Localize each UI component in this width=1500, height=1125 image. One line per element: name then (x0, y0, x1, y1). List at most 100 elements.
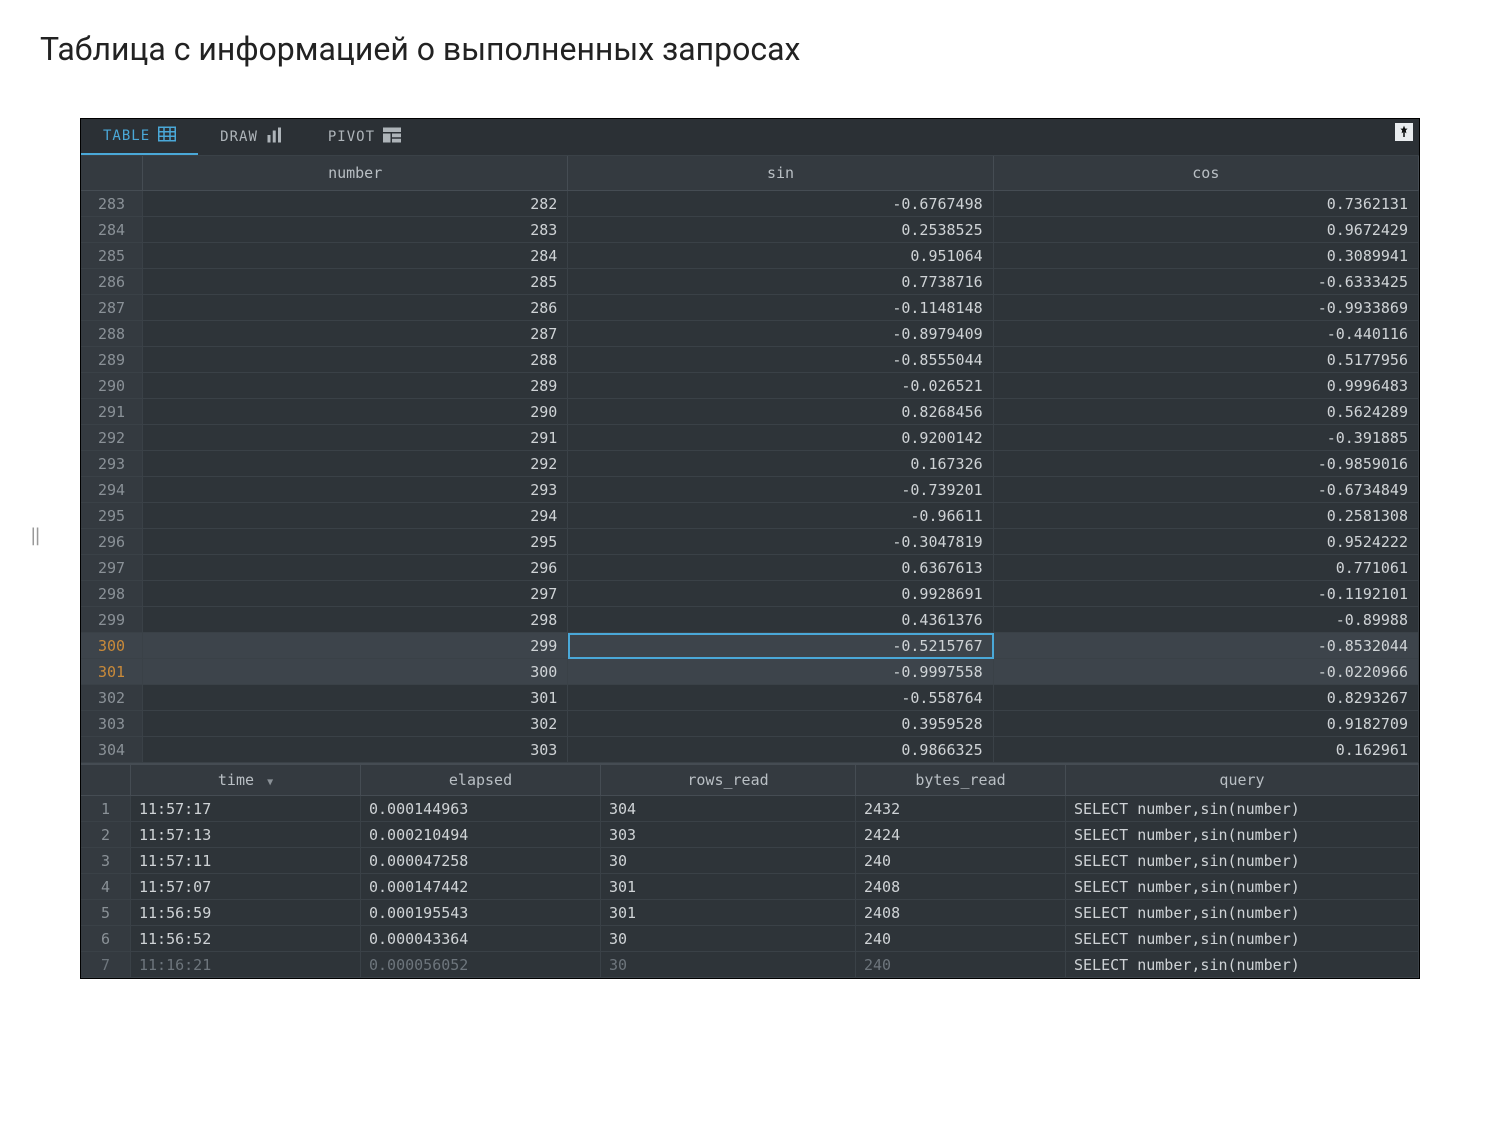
cell-time[interactable]: 11:57:17 (131, 796, 361, 822)
cell-bytes-read[interactable]: 2408 (856, 900, 1066, 926)
row-index[interactable]: 304 (81, 737, 143, 763)
tab-draw[interactable]: DRAW (198, 119, 306, 155)
cell-rows-read[interactable]: 304 (601, 796, 856, 822)
cell-sin[interactable]: -0.739201 (568, 477, 993, 503)
row-index[interactable]: 295 (81, 503, 143, 529)
row-index[interactable]: 7 (81, 952, 131, 978)
cell-bytes-read[interactable]: 2424 (856, 822, 1066, 848)
cell-cos[interactable]: 0.9182709 (994, 711, 1419, 737)
cell-number[interactable]: 285 (143, 269, 568, 295)
cell-elapsed[interactable]: 0.000147442 (361, 874, 601, 900)
cell-sin[interactable]: -0.026521 (568, 373, 993, 399)
cell-sin[interactable]: -0.8979409 (568, 321, 993, 347)
cell-elapsed[interactable]: 0.000047258 (361, 848, 601, 874)
table-row[interactable]: 302301-0.5587640.8293267 (81, 685, 1419, 711)
log-row[interactable]: 411:57:070.0001474423012408SELECT number… (81, 874, 1419, 900)
cell-cos[interactable]: 0.2581308 (994, 503, 1419, 529)
cell-rows-read[interactable]: 30 (601, 848, 856, 874)
cell-rows-read[interactable]: 303 (601, 822, 856, 848)
cell-sin[interactable]: -0.96611 (568, 503, 993, 529)
cell-bytes-read[interactable]: 2432 (856, 796, 1066, 822)
cell-sin[interactable]: 0.9866325 (568, 737, 993, 763)
cell-cos[interactable]: 0.5177956 (994, 347, 1419, 373)
cell-sin[interactable]: 0.6367613 (568, 555, 993, 581)
table-row[interactable]: 2992980.4361376-0.89988 (81, 607, 1419, 633)
cell-cos[interactable]: 0.7362131 (994, 191, 1419, 217)
cell-cos[interactable]: 0.5624289 (994, 399, 1419, 425)
cell-cos[interactable]: -0.9933869 (994, 295, 1419, 321)
table-row[interactable]: 2912900.82684560.5624289 (81, 399, 1419, 425)
row-index[interactable]: 283 (81, 191, 143, 217)
row-index[interactable]: 287 (81, 295, 143, 321)
row-index[interactable]: 296 (81, 529, 143, 555)
cell-cos[interactable]: -0.391885 (994, 425, 1419, 451)
row-index[interactable]: 288 (81, 321, 143, 347)
cell-time[interactable]: 11:57:07 (131, 874, 361, 900)
log-row[interactable]: 111:57:170.0001449633042432SELECT number… (81, 796, 1419, 822)
cell-rows-read[interactable]: 301 (601, 900, 856, 926)
table-row[interactable]: 296295-0.30478190.9524222 (81, 529, 1419, 555)
cell-sin[interactable]: 0.4361376 (568, 607, 993, 633)
log-col-bytes-read[interactable]: bytes_read (856, 763, 1066, 796)
log-row[interactable]: 311:57:110.00004725830240SELECT number,s… (81, 848, 1419, 874)
row-index[interactable]: 3 (81, 848, 131, 874)
cell-cos[interactable]: -0.89988 (994, 607, 1419, 633)
cell-query[interactable]: SELECT number,sin(number) (1066, 952, 1419, 978)
row-index[interactable]: 290 (81, 373, 143, 399)
cell-sin[interactable]: 0.2538525 (568, 217, 993, 243)
cell-sin[interactable]: -0.558764 (568, 685, 993, 711)
cell-elapsed[interactable]: 0.000210494 (361, 822, 601, 848)
cell-number[interactable]: 294 (143, 503, 568, 529)
table-row[interactable]: 287286-0.1148148-0.9933869 (81, 295, 1419, 321)
cell-number[interactable]: 300 (143, 659, 568, 685)
cell-cos[interactable]: -0.6734849 (994, 477, 1419, 503)
cell-cos[interactable]: -0.0220966 (994, 659, 1419, 685)
row-index[interactable]: 300 (81, 633, 143, 659)
cell-elapsed[interactable]: 0.000056052 (361, 952, 601, 978)
cell-bytes-read[interactable]: 240 (856, 848, 1066, 874)
cell-time[interactable]: 11:57:11 (131, 848, 361, 874)
cell-sin[interactable]: -0.6767498 (568, 191, 993, 217)
table-row[interactable]: 288287-0.8979409-0.440116 (81, 321, 1419, 347)
row-index[interactable]: 292 (81, 425, 143, 451)
table-row[interactable]: 2922910.9200142-0.391885 (81, 425, 1419, 451)
row-index[interactable]: 4 (81, 874, 131, 900)
log-row[interactable]: 511:56:590.0001955433012408SELECT number… (81, 900, 1419, 926)
pin-button[interactable] (1395, 123, 1413, 141)
cell-time[interactable]: 11:56:59 (131, 900, 361, 926)
row-index[interactable]: 2 (81, 822, 131, 848)
cell-number[interactable]: 291 (143, 425, 568, 451)
cell-cos[interactable]: 0.9672429 (994, 217, 1419, 243)
cell-number[interactable]: 302 (143, 711, 568, 737)
cell-sin[interactable]: -0.9997558 (568, 659, 993, 685)
cell-sin[interactable]: -0.1148148 (568, 295, 993, 321)
cell-number[interactable]: 284 (143, 243, 568, 269)
log-row[interactable]: 711:16:210.00005605230240SELECT number,s… (81, 952, 1419, 978)
table-row[interactable]: 2972960.63676130.771061 (81, 555, 1419, 581)
table-row[interactable]: 300299-0.5215767-0.8532044 (81, 633, 1419, 659)
cell-query[interactable]: SELECT number,sin(number) (1066, 848, 1419, 874)
cell-elapsed[interactable]: 0.000144963 (361, 796, 601, 822)
col-header-cos[interactable]: cos (994, 156, 1419, 191)
table-row[interactable]: 3033020.39595280.9182709 (81, 711, 1419, 737)
table-row[interactable]: 3043030.98663250.162961 (81, 737, 1419, 763)
cell-time[interactable]: 11:57:13 (131, 822, 361, 848)
cell-sin[interactable]: -0.8555044 (568, 347, 993, 373)
row-index[interactable]: 293 (81, 451, 143, 477)
cell-sin[interactable]: 0.8268456 (568, 399, 993, 425)
cell-number[interactable]: 299 (143, 633, 568, 659)
cell-sin[interactable]: 0.9928691 (568, 581, 993, 607)
cell-cos[interactable]: -0.6333425 (994, 269, 1419, 295)
cell-rows-read[interactable]: 30 (601, 926, 856, 952)
row-index[interactable]: 291 (81, 399, 143, 425)
table-row[interactable]: 290289-0.0265210.9996483 (81, 373, 1419, 399)
cell-sin[interactable]: 0.7738716 (568, 269, 993, 295)
table-row[interactable]: 283282-0.67674980.7362131 (81, 191, 1419, 217)
tab-table[interactable]: TABLE (81, 119, 198, 155)
table-row[interactable]: 2852840.9510640.3089941 (81, 243, 1419, 269)
col-header-sin[interactable]: sin (568, 156, 993, 191)
cell-cos[interactable]: 0.162961 (994, 737, 1419, 763)
row-index[interactable]: 285 (81, 243, 143, 269)
cell-rows-read[interactable]: 301 (601, 874, 856, 900)
cell-number[interactable]: 283 (143, 217, 568, 243)
